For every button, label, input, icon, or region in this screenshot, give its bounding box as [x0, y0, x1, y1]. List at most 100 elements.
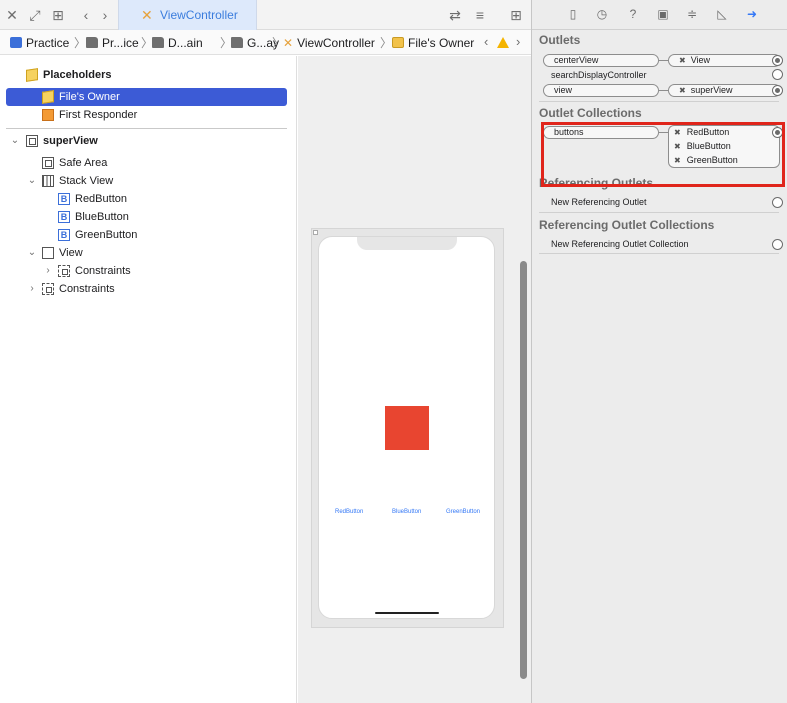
outline-item-first-responder[interactable]: First Responder: [0, 106, 290, 124]
red-button[interactable]: RedButton: [335, 509, 363, 515]
remove-icon[interactable]: ✖: [674, 142, 681, 151]
cube-icon: [392, 37, 404, 48]
folder-icon: [231, 37, 243, 48]
section-divider: [539, 101, 779, 102]
history-icon[interactable]: ◷: [595, 7, 609, 21]
outline-item-green-button[interactable]: B GreenButton: [0, 226, 290, 244]
remove-icon[interactable]: ✖: [679, 56, 686, 65]
stack-view-icon: [42, 175, 54, 187]
view-icon: [42, 247, 54, 259]
expand-icon[interactable]: ⤢: [26, 6, 44, 24]
referencing-collections-title: Referencing Outlet Collections: [539, 218, 715, 232]
new-referencing-collection[interactable]: New Referencing Outlet Collection: [551, 239, 689, 249]
document-outline: Placeholders File's Owner First Responde…: [0, 56, 297, 703]
cube-icon: [42, 90, 54, 104]
list-lines-icon[interactable]: ≡: [471, 6, 489, 24]
outlet-view[interactable]: view: [543, 84, 659, 97]
connection-line: [659, 60, 668, 61]
referencing-outlets-title: Referencing Outlets: [539, 176, 654, 190]
chevron-right-icon[interactable]: ›: [27, 280, 37, 298]
chevron-right-icon[interactable]: ›: [43, 262, 53, 280]
outline-item-files-owner[interactable]: File's Owner: [0, 88, 290, 106]
connections-icon[interactable]: ➜: [745, 7, 759, 21]
outline-item-red-button[interactable]: B RedButton: [0, 190, 290, 208]
connected-circle-icon[interactable]: [772, 85, 783, 96]
folder-icon: [152, 37, 164, 48]
chevron-down-icon[interactable]: ⌄: [10, 132, 20, 150]
scene-handle[interactable]: [313, 230, 318, 235]
app-icon: [10, 37, 22, 48]
remove-icon[interactable]: ✖: [679, 86, 686, 95]
button-icon: B: [58, 229, 70, 241]
outline-item-blue-button[interactable]: B BlueButton: [0, 208, 290, 226]
chevron-right-icon[interactable]: ›: [96, 6, 114, 24]
outline-item-view[interactable]: ⌄ View: [0, 244, 290, 262]
close-icon[interactable]: ✕: [3, 6, 21, 24]
help-icon[interactable]: ?: [626, 7, 640, 21]
section-divider: [539, 212, 779, 213]
constraints-icon: [42, 283, 54, 295]
connection-circle-icon[interactable]: [772, 197, 783, 208]
constraints-icon: [58, 265, 70, 277]
outline-item-superview[interactable]: ⌄ superView: [0, 132, 290, 150]
file-icon[interactable]: ▯: [566, 7, 580, 21]
xib-file-icon: ✕: [141, 7, 153, 23]
collection-target-red[interactable]: ✖ RedButton: [674, 127, 729, 137]
outline-item-constraints-inner[interactable]: › Constraints: [0, 262, 290, 280]
add-editor-icon[interactable]: ⊞: [507, 6, 525, 24]
outline-item-safe-area[interactable]: Safe Area: [0, 154, 290, 172]
warning-icon[interactable]: [497, 37, 509, 48]
collection-target-green[interactable]: ✖ GreenButton: [674, 155, 738, 165]
connected-circle-icon[interactable]: [772, 127, 783, 138]
canvas-scrollbar[interactable]: [520, 261, 527, 679]
tab-viewcontroller[interactable]: ✕ ViewController: [118, 0, 257, 30]
outlet-centerview[interactable]: centerView: [543, 54, 659, 67]
connection-line: [659, 132, 668, 133]
green-button[interactable]: GreenButton: [446, 509, 480, 515]
outline-item-stack-view[interactable]: ⌄ Stack View: [0, 172, 290, 190]
outlet-target-view[interactable]: ✖ View: [668, 54, 781, 67]
breadcrumb-item-folder1[interactable]: Pr...ice: [86, 35, 139, 51]
first-responder-icon: [42, 109, 54, 121]
device-preview[interactable]: RedButton BlueButton GreenButton: [318, 236, 495, 619]
collection-target-blue[interactable]: ✖ BlueButton: [674, 141, 731, 151]
view-icon: [26, 135, 38, 147]
home-indicator: [375, 612, 439, 614]
section-divider: [539, 253, 779, 254]
connected-circle-icon[interactable]: [772, 55, 783, 66]
chevron-right-icon[interactable]: ›: [516, 34, 520, 49]
identity-icon[interactable]: ▣: [656, 7, 670, 21]
new-referencing-outlet[interactable]: New Referencing Outlet: [551, 197, 647, 207]
breadcrumb-item-practice[interactable]: Practice: [10, 35, 69, 51]
chevron-down-icon[interactable]: ⌄: [27, 244, 37, 262]
remove-icon[interactable]: ✖: [674, 156, 681, 165]
remove-icon[interactable]: ✖: [674, 128, 681, 137]
outlets-title: Outlets: [539, 33, 581, 47]
breadcrumb-item-files-owner[interactable]: File's Owner: [392, 35, 474, 51]
chevron-left-icon[interactable]: ‹: [77, 6, 95, 24]
grid-icon[interactable]: ⊞: [49, 6, 67, 24]
button-icon: B: [58, 193, 70, 205]
device-notch: [357, 237, 457, 250]
connection-line: [659, 90, 668, 91]
button-icon: B: [58, 211, 70, 223]
connection-circle-icon[interactable]: [772, 239, 783, 250]
interface-builder-canvas[interactable]: RedButton BlueButton GreenButton: [298, 56, 531, 703]
outlet-search-display-controller[interactable]: searchDisplayController: [551, 70, 647, 80]
outline-item-constraints-outer[interactable]: › Constraints: [0, 280, 290, 298]
center-view[interactable]: [385, 406, 429, 450]
outlet-target-superview[interactable]: ✖ superView: [668, 84, 781, 97]
breadcrumb-item-folder2[interactable]: D...ain: [152, 35, 203, 51]
connection-circle-icon[interactable]: [772, 69, 783, 80]
outline-item-placeholders[interactable]: Placeholders: [0, 66, 290, 84]
collection-buttons[interactable]: buttons: [543, 126, 659, 139]
attributes-icon[interactable]: ≑: [685, 7, 699, 21]
breadcrumb-item-viewcontroller[interactable]: ✕ ViewController: [283, 35, 375, 51]
chevron-down-icon[interactable]: ⌄: [27, 172, 37, 190]
size-icon[interactable]: ◺: [715, 7, 729, 21]
chevron-left-icon[interactable]: ‹: [484, 34, 488, 49]
blue-button[interactable]: BlueButton: [392, 509, 421, 515]
swap-icon[interactable]: ⇄: [446, 6, 464, 24]
folder-icon: [86, 37, 98, 48]
chevron-right-icon: 〉: [74, 36, 87, 50]
